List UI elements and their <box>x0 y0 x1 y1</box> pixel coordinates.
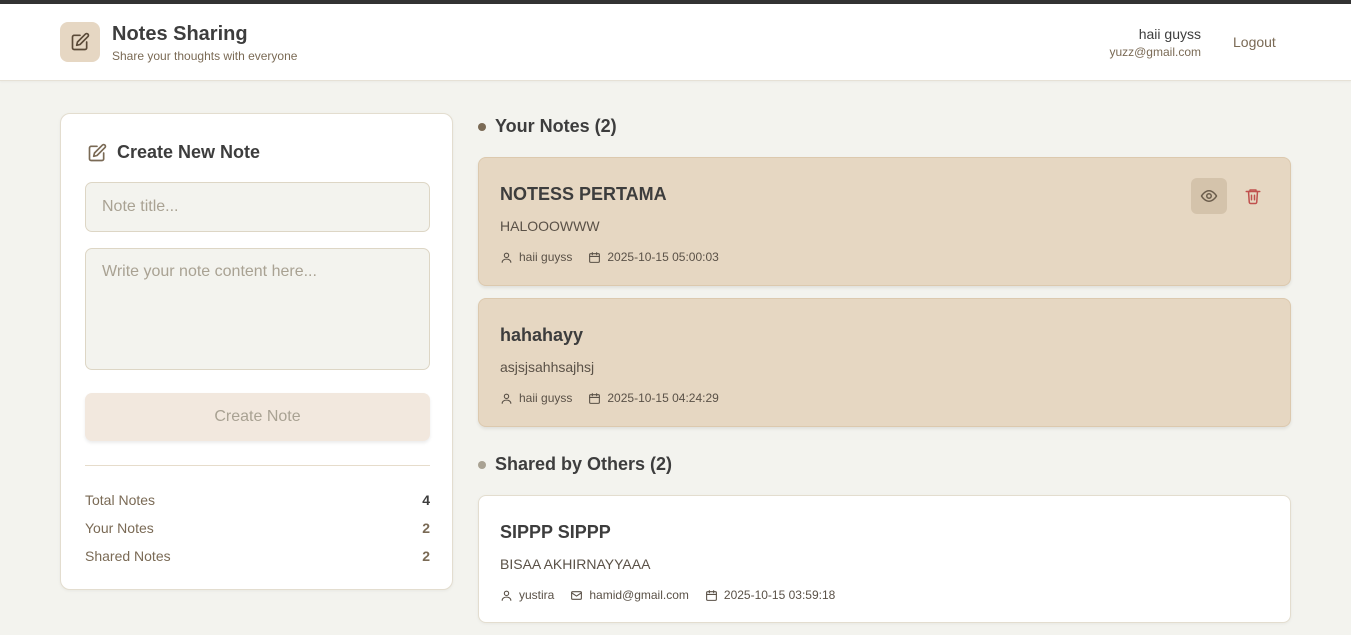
logout-button[interactable]: Logout <box>1233 34 1276 50</box>
note-author: yustira <box>500 588 554 602</box>
stat-your-notes: Your Notes 2 <box>85 520 430 536</box>
stat-label: Shared Notes <box>85 548 171 564</box>
edit-icon <box>71 32 90 51</box>
create-note-panel: Create New Note Create Note Total Notes … <box>60 113 453 590</box>
note-body: HALOOOWWW <box>500 218 600 234</box>
stat-value: 2 <box>422 520 430 536</box>
note-body: asjsjsahhsajhsj <box>500 359 595 375</box>
note-title: hahahayy <box>500 325 584 345</box>
view-note-button[interactable] <box>1191 178 1227 214</box>
calendar-icon <box>705 589 717 601</box>
note-title-input[interactable] <box>85 182 430 232</box>
app-title: Notes Sharing <box>112 23 248 45</box>
note-meta: yustira hamid@gmail.com 2025-10-15 03:59… <box>500 588 835 602</box>
user-icon <box>501 252 512 263</box>
user-icon <box>501 393 512 404</box>
calendar-icon <box>589 251 601 263</box>
date-text: 2025-10-15 03:59:18 <box>723 588 836 602</box>
create-note-title: Create New Note <box>117 142 261 162</box>
note-content-textarea[interactable] <box>85 248 430 370</box>
your-notes-heading: Your Notes (2) <box>478 116 617 137</box>
section-dot <box>478 460 486 469</box>
note-body: BISAA AKHIRNAYYAAA <box>500 556 651 572</box>
note-date: 2025-10-15 03:59:18 <box>705 588 835 602</box>
note-date: 2025-10-15 04:24:29 <box>588 391 719 405</box>
date-text: 2025-10-15 04:24:29 <box>607 391 719 405</box>
divider <box>85 465 430 466</box>
note-author: haii guyss <box>500 250 572 264</box>
stat-value: 4 <box>422 492 430 508</box>
note-card[interactable]: NOTESS PERTAMA HALOOOWWW haii guyss 2025… <box>478 157 1291 286</box>
section-dot <box>478 122 486 131</box>
email-text: hamid@gmail.com <box>589 588 689 602</box>
note-title: SIPPP SIPPP <box>500 522 611 542</box>
app-header: Notes Sharing Share your thoughts with e… <box>0 4 1351 81</box>
create-note-heading: Create New Note <box>87 142 260 163</box>
note-meta: haii guyss 2025-10-15 04:24:29 <box>500 391 719 405</box>
stat-value: 2 <box>422 548 430 564</box>
note-email: hamid@gmail.com <box>570 588 689 602</box>
stat-label: Your Notes <box>85 520 154 536</box>
note-date: 2025-10-15 05:00:03 <box>588 250 719 264</box>
edit-icon <box>88 143 107 161</box>
user-icon <box>501 590 512 601</box>
stat-shared-notes: Shared Notes 2 <box>85 548 430 564</box>
mail-icon <box>571 590 583 600</box>
date-text: 2025-10-15 05:00:03 <box>607 250 719 264</box>
section-title: Your Notes (2) <box>495 116 617 136</box>
eye-icon <box>1200 190 1218 202</box>
note-card[interactable]: hahahayy asjsjsahhsajhsj haii guyss 2025… <box>478 298 1291 427</box>
stat-total-notes: Total Notes 4 <box>85 492 430 508</box>
user-email: yuzz@gmail.com <box>1109 45 1201 59</box>
note-meta: haii guyss 2025-10-15 05:00:03 <box>500 250 719 264</box>
note-author: haii guyss <box>500 391 572 405</box>
user-name: haii guyss <box>1138 26 1201 42</box>
section-title: Shared by Others (2) <box>495 454 673 474</box>
delete-note-button[interactable] <box>1235 178 1271 214</box>
note-card[interactable]: SIPPP SIPPP BISAA AKHIRNAYYAAA yustira h… <box>478 495 1291 623</box>
author-name: haii guyss <box>519 250 573 264</box>
note-title: NOTESS PERTAMA <box>500 184 667 204</box>
create-note-button[interactable]: Create Note <box>85 393 430 441</box>
author-name: haii guyss <box>519 391 573 405</box>
calendar-icon <box>589 392 601 404</box>
author-name: yustira <box>519 588 555 602</box>
app-logo <box>60 22 100 62</box>
app-subtitle: Share your thoughts with everyone <box>112 49 298 63</box>
trash-icon <box>1245 189 1261 205</box>
stat-label: Total Notes <box>85 492 156 508</box>
shared-notes-heading: Shared by Others (2) <box>478 454 672 475</box>
